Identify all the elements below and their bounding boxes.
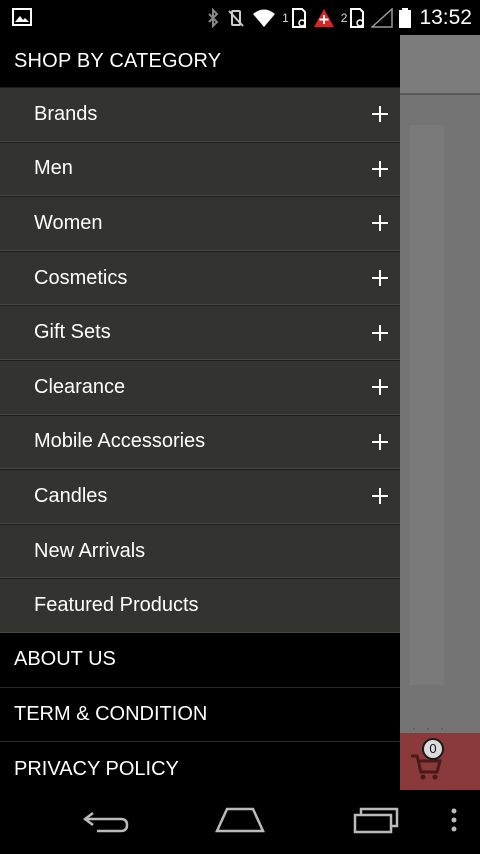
category-label: Brands — [34, 102, 98, 125]
status-bar: 1 2 13:52 — [0, 0, 480, 35]
back-arrow-icon — [82, 807, 129, 838]
image-notification-icon — [12, 8, 32, 31]
expand-plus-icon[interactable] — [372, 324, 388, 341]
cell-signal-icon — [371, 7, 394, 28]
category-label: Gift Sets — [34, 321, 111, 344]
background-app-header — [400, 35, 480, 95]
privacy-policy-link[interactable]: PRIVACY POLICY — [0, 742, 400, 797]
category-label: Cosmetics — [34, 266, 128, 289]
category-label: Mobile Accessories — [34, 430, 206, 453]
sim-card-icon — [291, 7, 307, 28]
home-button[interactable] — [212, 790, 268, 854]
category-item-men[interactable]: Men — [0, 141, 400, 197]
vibrate-off-icon — [226, 8, 246, 28]
alert-icon — [313, 8, 335, 28]
more-vertical-icon — [451, 808, 457, 837]
category-label: Women — [34, 211, 103, 234]
shop-by-category-header: SHOP BY CATEGORY — [14, 49, 222, 72]
category-label: Men — [34, 157, 73, 180]
category-item-featured-products[interactable]: Featured Products — [0, 578, 400, 633]
category-label: Candles — [34, 484, 108, 507]
overflow-menu-button[interactable] — [440, 790, 468, 854]
about-us-link[interactable]: ABOUT US — [0, 633, 400, 688]
category-item-cosmetics[interactable]: Cosmetics — [0, 250, 400, 306]
category-item-women[interactable]: Women — [0, 196, 400, 251]
terms-and-conditions-link[interactable]: TERM & CONDITION — [0, 688, 400, 743]
category-item-new-arrivals[interactable]: New Arrivals — [0, 523, 400, 579]
sim2-label: 2 — [340, 10, 348, 25]
recent-apps-icon — [353, 806, 399, 839]
back-button[interactable] — [78, 790, 134, 854]
expand-plus-icon[interactable] — [372, 106, 388, 123]
cart-icon — [410, 753, 442, 786]
category-item-mobile-accessories[interactable]: Mobile Accessories — [0, 414, 400, 470]
category-item-candles[interactable]: Candles — [0, 469, 400, 524]
category-label: New Arrivals — [34, 539, 146, 562]
category-item-clearance[interactable]: Clearance — [0, 359, 400, 415]
bluetooth-icon — [206, 7, 220, 28]
expand-plus-icon[interactable] — [372, 488, 388, 505]
battery-icon — [399, 7, 412, 28]
sim-card-icon-2 — [349, 7, 365, 28]
navigation-drawer: SHOP BY CATEGORY Brands Men Women Cosmet… — [0, 35, 400, 790]
sim1-label: 1 — [282, 10, 289, 25]
cart-button[interactable]: 0 — [400, 733, 480, 790]
expand-plus-icon[interactable] — [372, 433, 388, 450]
expand-plus-icon[interactable] — [372, 160, 388, 177]
clock: 13:52 — [419, 5, 472, 29]
home-icon — [215, 807, 265, 838]
expand-plus-icon[interactable] — [372, 270, 388, 287]
system-navigation-bar — [0, 790, 480, 854]
category-item-gift-sets[interactable]: Gift Sets — [0, 305, 400, 360]
expand-plus-icon[interactable] — [372, 379, 388, 396]
expand-plus-icon[interactable] — [372, 215, 388, 232]
category-label: Clearance — [34, 375, 126, 398]
category-item-brands[interactable]: Brands — [0, 87, 400, 142]
wifi-icon — [252, 8, 276, 28]
background-content-panel — [410, 125, 444, 685]
category-label: Featured Products — [34, 594, 199, 617]
recent-apps-button[interactable] — [348, 790, 404, 854]
